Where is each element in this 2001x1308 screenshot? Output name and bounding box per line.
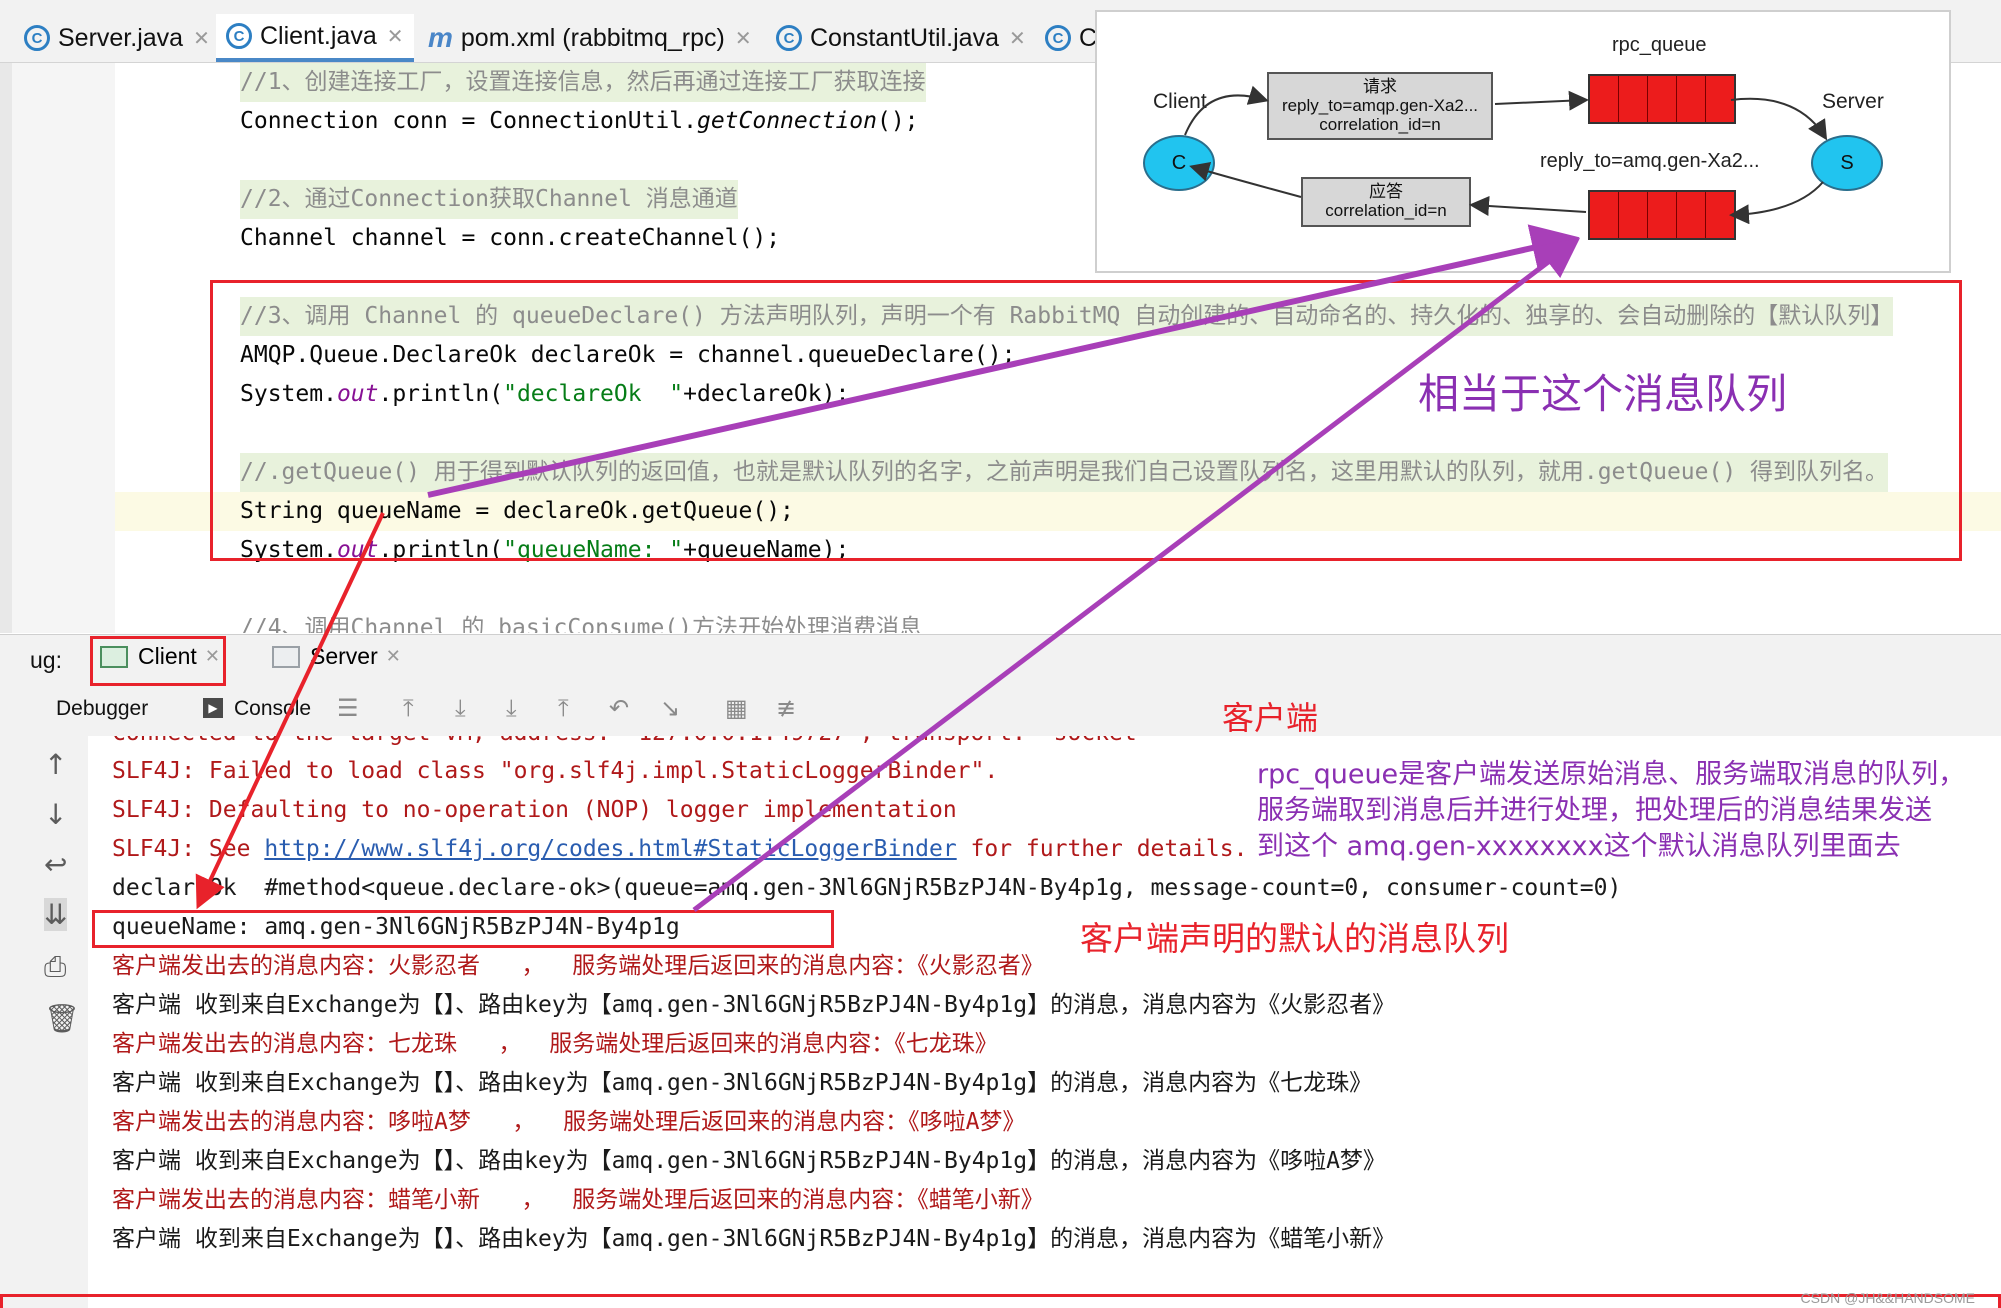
annotation-arrows	[195, 224, 1580, 912]
client-annotation: 客户端	[1222, 699, 1319, 737]
default-queue-annotation: 客户端声明的默认的消息队列	[1080, 919, 1509, 958]
rpc-annotation-line: rpc_queue是客户端发送原始消息、服务端取消息的队列，	[1257, 759, 1966, 790]
rpc-annotation-line: 到这个 amq.gen-xxxxxxxx这个默认消息队列里面去	[1257, 831, 1901, 862]
watermark: CSDN @JH&&HANDSOME	[1800, 1290, 1975, 1306]
rpc-annotation-line: 服务端取到消息后并进行处理，把处理后的消息结果发送	[1257, 795, 1932, 826]
queue-annotation: 相当于这个消息队列	[1418, 370, 1787, 418]
